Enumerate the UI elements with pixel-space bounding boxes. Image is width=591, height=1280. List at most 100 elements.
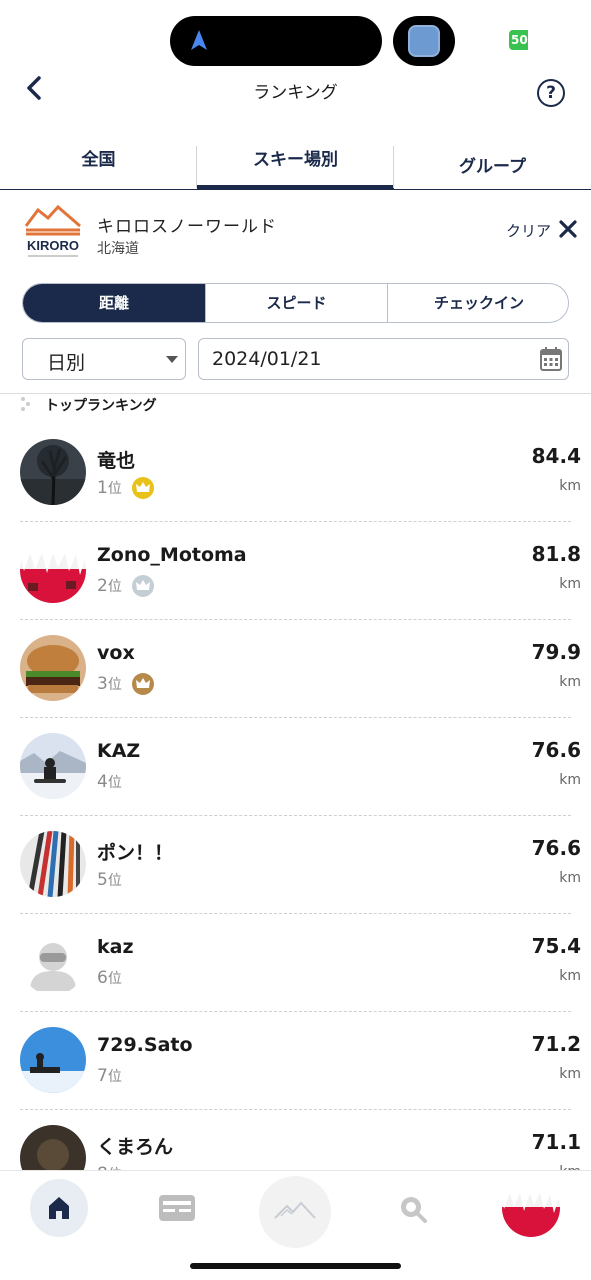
user-avatar[interactable] (20, 1125, 86, 1170)
segment-speed[interactable]: スピード (205, 284, 387, 322)
user-avatar[interactable] (20, 831, 86, 897)
user-name: KAZ (97, 740, 141, 762)
rank-number: 7 (97, 1066, 108, 1086)
ranking-tabs: 全国 スキー場別 グループ (0, 140, 591, 190)
ranking-row[interactable]: 竜也 1位 84.4 km (0, 424, 591, 522)
segment-checkin[interactable]: チェックイン (387, 284, 568, 322)
distance-value: 71.2 (531, 1032, 581, 1056)
rank-suffix: 位 (107, 1069, 122, 1085)
ranking-row[interactable]: Zono_Motoma 2位 81.8 km (0, 522, 591, 620)
crown-icon (132, 575, 154, 597)
rank-number: 6 (97, 968, 108, 988)
ranking-row[interactable]: kaz 6位 75.4 km (0, 914, 591, 1012)
island-app-indicator (393, 16, 455, 66)
rank-label: 4位 (97, 772, 122, 792)
ranking-row[interactable]: KAZ 4位 76.6 km (0, 718, 591, 816)
rank-number: 2 (97, 576, 108, 596)
rank-number: 3 (97, 674, 108, 694)
divider (0, 393, 591, 394)
user-avatar[interactable] (20, 733, 86, 799)
page-title: ランキング (253, 83, 338, 103)
battery-indicator: 50 (509, 30, 528, 50)
rank-label: 5位 (97, 870, 122, 890)
rank-number: 1 (97, 478, 108, 498)
ranking-row[interactable]: くまろん8位71.1km (0, 1110, 591, 1170)
distance-value: 76.6 (531, 738, 581, 762)
rank-suffix: 位 (107, 481, 122, 497)
distance-unit: km (559, 968, 581, 984)
distance-value: 76.6 (531, 836, 581, 860)
user-avatar[interactable] (20, 929, 86, 995)
nav-profile-avatar[interactable] (502, 1179, 560, 1237)
distance-unit: km (559, 674, 581, 690)
rank-label: 2位 (97, 576, 122, 596)
distance-unit: km (559, 870, 581, 886)
distance-value: 71.1 (531, 1130, 581, 1154)
resort-name: キロロスノーワールド (97, 217, 277, 237)
bottom-nav (0, 1170, 591, 1280)
dots-icon (21, 397, 30, 411)
distance-unit: km (559, 576, 581, 592)
rank-number: 5 (97, 870, 108, 890)
section-title: トップランキング (45, 398, 157, 414)
nav-home[interactable] (30, 1179, 88, 1237)
rank-suffix: 位 (107, 579, 122, 595)
user-avatar[interactable] (20, 439, 86, 505)
kiroro-logo: KIRORO (24, 204, 81, 257)
distance-value: 81.8 (531, 542, 581, 566)
help-icon[interactable]: ? (537, 79, 565, 107)
user-name: 729.Sato (97, 1034, 193, 1056)
rank-label: 3位 (97, 674, 122, 694)
dynamic-island (170, 16, 382, 66)
user-name: ポン！！ (97, 842, 174, 864)
location-arrow-icon (191, 30, 207, 50)
distance-unit: km (559, 478, 581, 494)
resort-region: 北海道 (97, 241, 139, 257)
rank-suffix: 位 (107, 873, 122, 889)
rank-label: 7位 (97, 1066, 122, 1086)
crown-icon (132, 477, 154, 499)
crown-icon (132, 673, 154, 695)
rank-number: 4 (97, 772, 108, 792)
clear-button[interactable]: クリア (506, 220, 551, 241)
card-icon[interactable] (158, 1194, 196, 1222)
period-select-value: 日別 (47, 352, 86, 374)
mountain-icon (274, 1201, 316, 1219)
svg-text:KIRORO: KIRORO (27, 238, 79, 253)
metric-segmented-control: 距離 スピード チェックイン (22, 283, 569, 323)
distance-unit: km (559, 772, 581, 788)
user-avatar[interactable] (20, 635, 86, 701)
user-name: 竜也 (97, 450, 136, 472)
user-name: vox (97, 642, 135, 664)
user-avatar[interactable] (20, 1027, 86, 1093)
user-avatar[interactable] (20, 537, 86, 603)
tab-group[interactable]: グループ (394, 140, 591, 189)
period-select[interactable]: 日別 (22, 338, 186, 380)
date-field[interactable]: 2024/01/21 (198, 338, 569, 380)
home-icon (49, 1197, 69, 1219)
ranking-row[interactable]: ポン！！ 5位 76.6 km (0, 816, 591, 914)
search-icon[interactable] (398, 1194, 428, 1224)
rank-suffix: 位 (107, 775, 122, 791)
calendar-icon[interactable] (540, 347, 562, 371)
chevron-down-icon (166, 356, 178, 363)
tab-nationwide[interactable]: 全国 (0, 140, 197, 189)
user-name: Zono_Motoma (97, 544, 247, 566)
ranking-list: 竜也 1位 84.4 km Zono_Motoma 2位 81.8 km vox 3位 79.9 km… (0, 424, 591, 1170)
rank-suffix: 位 (107, 677, 122, 693)
distance-unit: km (559, 1066, 581, 1082)
segment-distance[interactable]: 距離 (23, 284, 205, 322)
user-name: くまろん (97, 1136, 174, 1158)
distance-value: 79.9 (531, 640, 581, 664)
nav-ski-button[interactable] (259, 1176, 331, 1248)
ranking-row[interactable]: 729.Sato 7位 71.2 km (0, 1012, 591, 1110)
rank-label: 6位 (97, 968, 122, 988)
date-value: 2024/01/21 (212, 348, 322, 370)
rank-suffix: 位 (107, 971, 122, 987)
tab-by-resort[interactable]: スキー場別 (197, 140, 394, 189)
distance-value: 84.4 (531, 444, 581, 468)
home-indicator (190, 1263, 401, 1269)
close-icon[interactable] (559, 220, 577, 238)
ranking-row[interactable]: vox 3位 79.9 km (0, 620, 591, 718)
rank-label: 1位 (97, 478, 122, 498)
